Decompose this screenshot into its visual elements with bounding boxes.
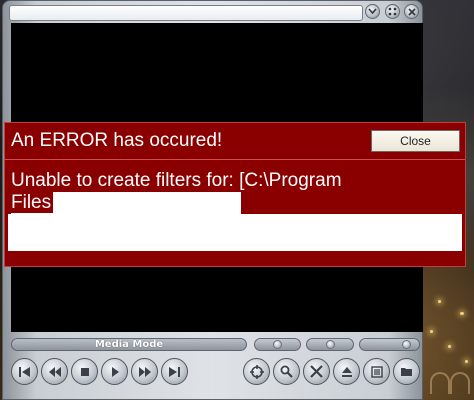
chevron-down-icon: [368, 8, 377, 15]
options-button[interactable]: [385, 4, 400, 19]
playlist-button[interactable]: [363, 358, 390, 385]
skip-forward-button[interactable]: [161, 358, 188, 385]
expand-button[interactable]: [359, 338, 420, 351]
fast-forward-button[interactable]: [131, 358, 158, 385]
minimize-button[interactable]: [365, 4, 380, 19]
error-message-line2-bar: Files: [11, 192, 241, 214]
volume-button[interactable]: [306, 338, 354, 351]
play-icon: [111, 366, 119, 377]
playlist-icon: [370, 365, 383, 378]
building-arch: [430, 372, 450, 394]
city-light: [465, 360, 468, 363]
stop-icon: [80, 367, 89, 376]
error-dialog: An ERROR has occured! Close Unable to cr…: [4, 122, 466, 267]
tools-icon: [310, 365, 323, 378]
error-message-line1: Unable to create filters for: [C:\Progra…: [11, 170, 342, 191]
close-icon: [407, 7, 416, 16]
error-message-line2: Files: [11, 192, 54, 213]
folder-button[interactable]: [393, 358, 420, 385]
fullscreen-button[interactable]: [243, 358, 270, 385]
zoom-button[interactable]: [273, 358, 300, 385]
expand-icon: [402, 340, 411, 349]
building-arch: [450, 372, 470, 394]
error-detail-box: [8, 214, 462, 251]
rewind-icon: [48, 366, 61, 377]
eject-button[interactable]: [333, 358, 360, 385]
mode-bar[interactable]: Media Mode: [11, 338, 247, 351]
error-message: Unable to create filters for: [C:\Progra…: [11, 170, 461, 214]
city-light: [430, 330, 433, 333]
mode-label: Media Mode: [94, 339, 164, 350]
city-light: [460, 312, 464, 315]
play-button[interactable]: [101, 358, 128, 385]
error-header: An ERROR has occured! Close: [5, 123, 465, 160]
stop-button[interactable]: [71, 358, 98, 385]
title-bar[interactable]: [9, 5, 363, 21]
dots-icon: [388, 7, 397, 16]
volume-icon: [325, 340, 335, 349]
error-title: An ERROR has occured!: [11, 130, 223, 151]
magnifier-icon: [280, 365, 293, 378]
skip-back-button[interactable]: [11, 358, 38, 385]
skip-forward-icon: [169, 366, 180, 377]
fast-forward-icon: [138, 366, 151, 377]
rewind-button[interactable]: [41, 358, 68, 385]
skip-back-icon: [19, 366, 30, 377]
close-button[interactable]: Close: [371, 130, 460, 152]
eject-icon: [341, 366, 352, 377]
folder-icon: [401, 368, 412, 376]
city-light: [438, 300, 441, 303]
target-icon: [249, 364, 264, 379]
city-light: [448, 345, 451, 348]
settings-button[interactable]: [303, 358, 330, 385]
close-window-button[interactable]: [404, 4, 419, 19]
mode-toggle-button[interactable]: [254, 338, 301, 351]
toggle-icon: [273, 340, 282, 349]
